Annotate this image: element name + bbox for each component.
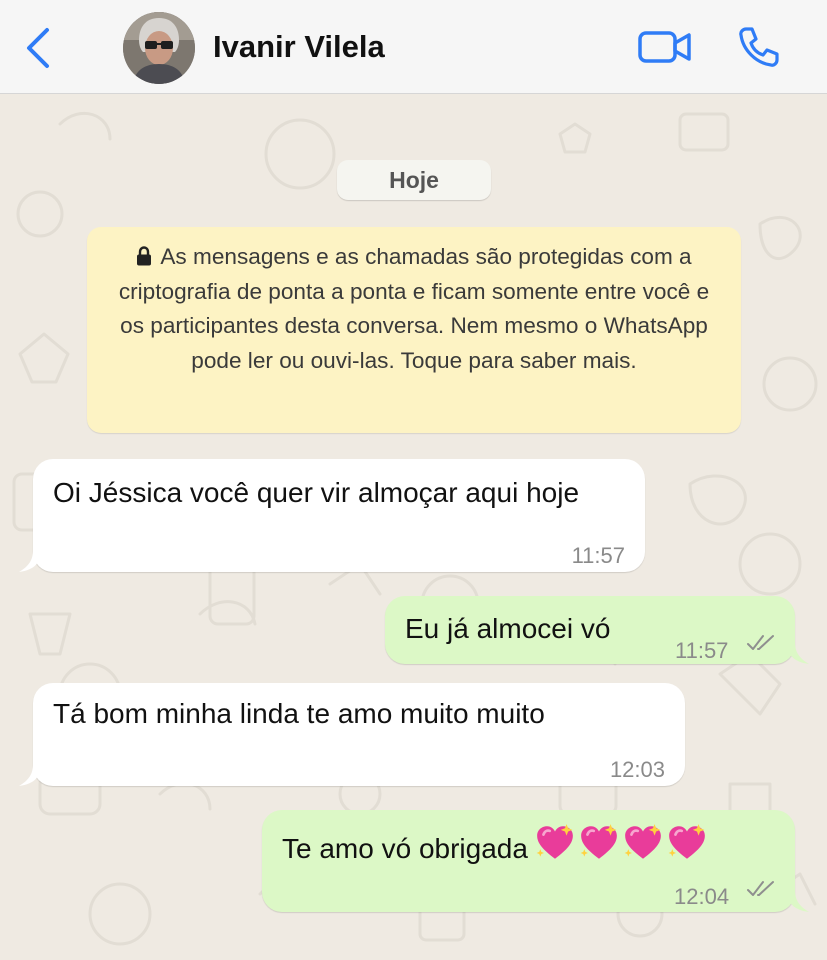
message-time: 12:04: [674, 884, 730, 909]
double-check-icon: [746, 633, 776, 653]
message-time: 12:03: [609, 757, 665, 782]
bubble-tail: [787, 642, 809, 664]
message-bubble-incoming[interactable]: Tá bom minha linda te amo muito muito 12…: [19, 683, 685, 786]
message-bubble-incoming[interactable]: Oi Jéssica você quer vir almoçar aqui ho…: [19, 459, 645, 572]
avatar[interactable]: [123, 12, 195, 84]
lock-icon: [137, 246, 152, 266]
avatar-photo: [123, 12, 195, 84]
message-text: Eu já almocei vó: [405, 613, 611, 644]
sparkling-heart-icon: [578, 822, 620, 864]
message-text-line: Te amo vó obrigada: [282, 822, 710, 876]
bubble-tail: [19, 764, 41, 786]
message-text: Te amo vó obrigada: [282, 833, 528, 864]
chat-header: Ivanir Vilela: [0, 0, 827, 94]
message-bubble-outgoing[interactable]: Eu já almocei vó 11:57: [385, 596, 809, 664]
encryption-notice-text: As mensagens e as chamadas são protegida…: [118, 244, 710, 373]
phone-icon[interactable]: [736, 24, 782, 70]
contact-name[interactable]: Ivanir Vilela: [213, 29, 385, 65]
date-separator: Hoje: [337, 160, 491, 200]
emoji-row: [534, 822, 710, 876]
chat-area[interactable]: Hoje As mensagens e as chamadas são prot…: [0, 94, 827, 960]
message-time: 11:57: [571, 543, 625, 568]
sparkling-heart-icon: [622, 822, 664, 864]
message-text: Oi Jéssica você quer vir almoçar aqui ho…: [53, 477, 580, 508]
bubble-tail: [787, 890, 809, 912]
message-text: Tá bom minha linda te amo muito muito: [53, 698, 545, 729]
message-time: 11:57: [675, 638, 729, 663]
encryption-notice[interactable]: As mensagens e as chamadas são protegida…: [87, 227, 741, 433]
video-camera-icon[interactable]: [637, 28, 693, 66]
bubble-tail: [19, 550, 41, 572]
sparkling-heart-icon: [666, 822, 708, 864]
double-check-icon: [746, 879, 776, 899]
sparkling-heart-icon: [534, 822, 576, 864]
chevron-left-icon[interactable]: [22, 26, 56, 70]
message-bubble-outgoing[interactable]: Te amo vó obrigada 12:04: [262, 810, 809, 912]
